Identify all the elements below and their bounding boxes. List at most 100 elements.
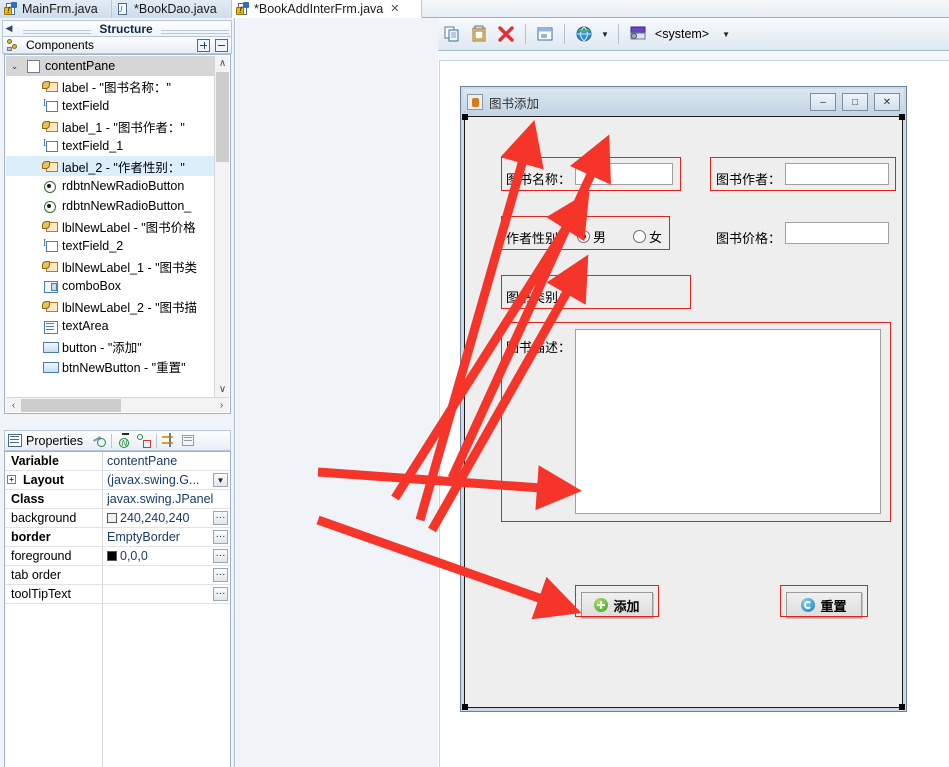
scroll-thumb[interactable] [21, 398, 121, 412]
book-category-combobox[interactable]: ⌄ [562, 280, 577, 296]
tree-item-btnnewbutton[interactable]: btnNewButton - "重置" [6, 356, 214, 376]
open-editor-icon[interactable]: ··· [213, 511, 228, 525]
gender-female-radio[interactable]: 女 [633, 227, 662, 246]
book-desc-textarea[interactable] [575, 329, 881, 514]
maximize-button[interactable]: □ [842, 93, 868, 111]
export-icon[interactable] [533, 22, 557, 46]
property-row-layout[interactable]: + Layout (javax.swing.G... ▼ [5, 471, 230, 490]
tree-item-label-1[interactable]: label_1 - "图书作者：" [6, 116, 214, 136]
design-frame[interactable]: 图书添加 – □ ✕ 图书名称： 图书作者： 作者性别： 男 女 图书价格： 图… [460, 86, 907, 712]
show-events-icon[interactable] [161, 432, 177, 449]
chevron-down-icon[interactable]: ▼ [213, 473, 228, 487]
globe-icon[interactable] [572, 22, 596, 46]
scroll-up-icon[interactable]: ∧ [215, 56, 230, 71]
scroll-down-icon[interactable]: ∨ [215, 382, 230, 397]
selection-handle-sw[interactable] [462, 704, 468, 710]
tree-item-textarea[interactable]: textArea [6, 316, 214, 336]
collapse-left-icon[interactable]: ◀ [3, 23, 15, 34]
scroll-right-icon[interactable]: › [214, 400, 229, 411]
design-can[interactable]: 图书添加 – □ ✕ 图书名称： 图书作者： 作者性别： 男 女 图书价格： 图… [439, 61, 949, 767]
component-tree[interactable]: ⌄ contentPane label - "图书名称：" textField [4, 54, 231, 414]
property-value[interactable]: (javax.swing.G... ▼ [103, 471, 230, 489]
book-author-input[interactable] [785, 163, 889, 185]
tree-item-radiobutton[interactable]: rdbtnNewRadioButton [6, 176, 214, 196]
chevron-down-icon[interactable]: ▼ [722, 30, 730, 39]
book-name-input[interactable] [575, 163, 673, 185]
editor-tab-bookdao[interactable]: J *BookDao.java [112, 0, 232, 18]
selection-handle-se[interactable] [899, 704, 905, 710]
tree-item-label[interactable]: label - "图书名称：" [6, 76, 214, 96]
editor-tab-label: *BookAddInterFrm.java [254, 1, 384, 16]
open-editor-icon[interactable]: ··· [213, 587, 228, 601]
close-icon[interactable]: ✕ [390, 2, 399, 15]
tree-item-lblnewlabel[interactable]: lblNewLabel - "图书价格 [6, 216, 214, 236]
goto-definition-icon[interactable]: N [116, 432, 132, 449]
tree-item-textfield-1[interactable]: textField_1 [6, 136, 214, 156]
copy-icon[interactable] [440, 22, 464, 46]
property-value[interactable]: 0,0,0 ··· [103, 547, 230, 565]
tree-item-label: textField_1 [62, 139, 124, 153]
frame-title-bar: 图书添加 – □ ✕ [463, 89, 904, 115]
tree-item-radiobutton-1[interactable]: rdbtnNewRadioButton_ [6, 196, 214, 216]
chevron-down-icon[interactable]: ⌄ [8, 61, 21, 72]
show-advanced-properties-icon[interactable] [91, 433, 107, 449]
restore-default-icon[interactable] [136, 433, 152, 449]
book-price-input[interactable] [785, 222, 889, 244]
tree-item-button[interactable]: button - "添加" [6, 336, 214, 356]
frame-content-pane[interactable]: 图书名称： 图书作者： 作者性别： 男 女 图书价格： 图书类别： ⌄ 图书描述… [462, 114, 905, 710]
structure-title-label: Structure [99, 21, 153, 36]
property-row-tab-order[interactable]: tab order ··· [5, 566, 230, 585]
properties-filter-icon[interactable] [181, 433, 197, 449]
property-value[interactable]: ··· [103, 585, 230, 603]
collapse-all-icon[interactable] [215, 38, 228, 52]
expand-icon[interactable]: + [7, 475, 16, 484]
expand-all-icon[interactable] [197, 38, 210, 52]
chevron-down-icon[interactable]: ▼ [601, 30, 609, 39]
open-editor-icon[interactable]: ··· [213, 549, 228, 563]
property-name: foreground [5, 547, 103, 565]
tree-horizontal-scrollbar[interactable]: ‹ › [6, 397, 229, 412]
property-row-class[interactable]: Class javax.swing.JPanel [5, 490, 230, 509]
look-and-feel-icon[interactable] [626, 22, 650, 46]
java-file-icon: J [116, 2, 130, 16]
property-value[interactable]: contentPane [103, 452, 230, 470]
property-row-tooltiptext[interactable]: toolTipText ··· [5, 585, 230, 604]
tree-item-label-2[interactable]: label_2 - "作者性别：" [6, 156, 214, 176]
selection-handle-nw[interactable] [462, 114, 468, 120]
scroll-track[interactable] [21, 398, 214, 412]
reset-button[interactable]: 重置 [786, 592, 862, 618]
close-button[interactable]: ✕ [874, 93, 900, 111]
tree-item-lblnewlabel-1[interactable]: lblNewLabel_1 - "图书类 [6, 256, 214, 276]
editor-tab-mainfrm[interactable]: J MainFrm.java [0, 0, 112, 18]
open-editor-icon[interactable]: ··· [213, 568, 228, 582]
property-row-variable[interactable]: Variable contentPane [5, 452, 230, 471]
label-icon [42, 219, 58, 233]
property-row-border[interactable]: border EmptyBorder ··· [5, 528, 230, 547]
selection-handle-ne[interactable] [899, 114, 905, 120]
property-row-foreground[interactable]: foreground 0,0,0 ··· [5, 547, 230, 566]
scroll-thumb[interactable] [216, 72, 229, 162]
tree-item-lblnewlabel-2[interactable]: lblNewLabel_2 - "图书描 [6, 296, 214, 316]
property-value[interactable]: javax.swing.JPanel [103, 490, 230, 508]
minimize-button[interactable]: – [810, 93, 836, 111]
properties-grid[interactable]: Variable contentPane + Layout (javax.swi… [4, 451, 231, 767]
delete-icon[interactable] [494, 22, 518, 46]
tree-item-contentpane[interactable]: ⌄ contentPane [6, 56, 214, 76]
add-button[interactable]: 添加 [581, 592, 653, 618]
scroll-left-icon[interactable]: ‹ [6, 400, 21, 411]
open-editor-icon[interactable]: ··· [213, 530, 228, 544]
paste-icon[interactable] [467, 22, 491, 46]
tree-item-textfield-2[interactable]: textField_2 [6, 236, 214, 256]
property-row-background[interactable]: background 240,240,240 ··· [5, 509, 230, 528]
component-tree-rows: ⌄ contentPane label - "图书名称：" textField [6, 56, 214, 397]
tree-item-combobox[interactable]: comboBox [6, 276, 214, 296]
title-rule-left [21, 28, 93, 34]
gender-male-radio[interactable]: 男 [577, 227, 606, 246]
editor-tab-label: *BookDao.java [134, 2, 217, 16]
property-value[interactable]: ··· [103, 566, 230, 584]
tree-vertical-scrollbar[interactable]: ∧ ∨ [214, 56, 229, 397]
tree-item-textfield[interactable]: textField [6, 96, 214, 116]
property-value[interactable]: EmptyBorder ··· [103, 528, 230, 546]
editor-tab-bookaddinterfrm[interactable]: J *BookAddInterFrm.java ✕ [232, 0, 422, 18]
property-value[interactable]: 240,240,240 ··· [103, 509, 230, 527]
